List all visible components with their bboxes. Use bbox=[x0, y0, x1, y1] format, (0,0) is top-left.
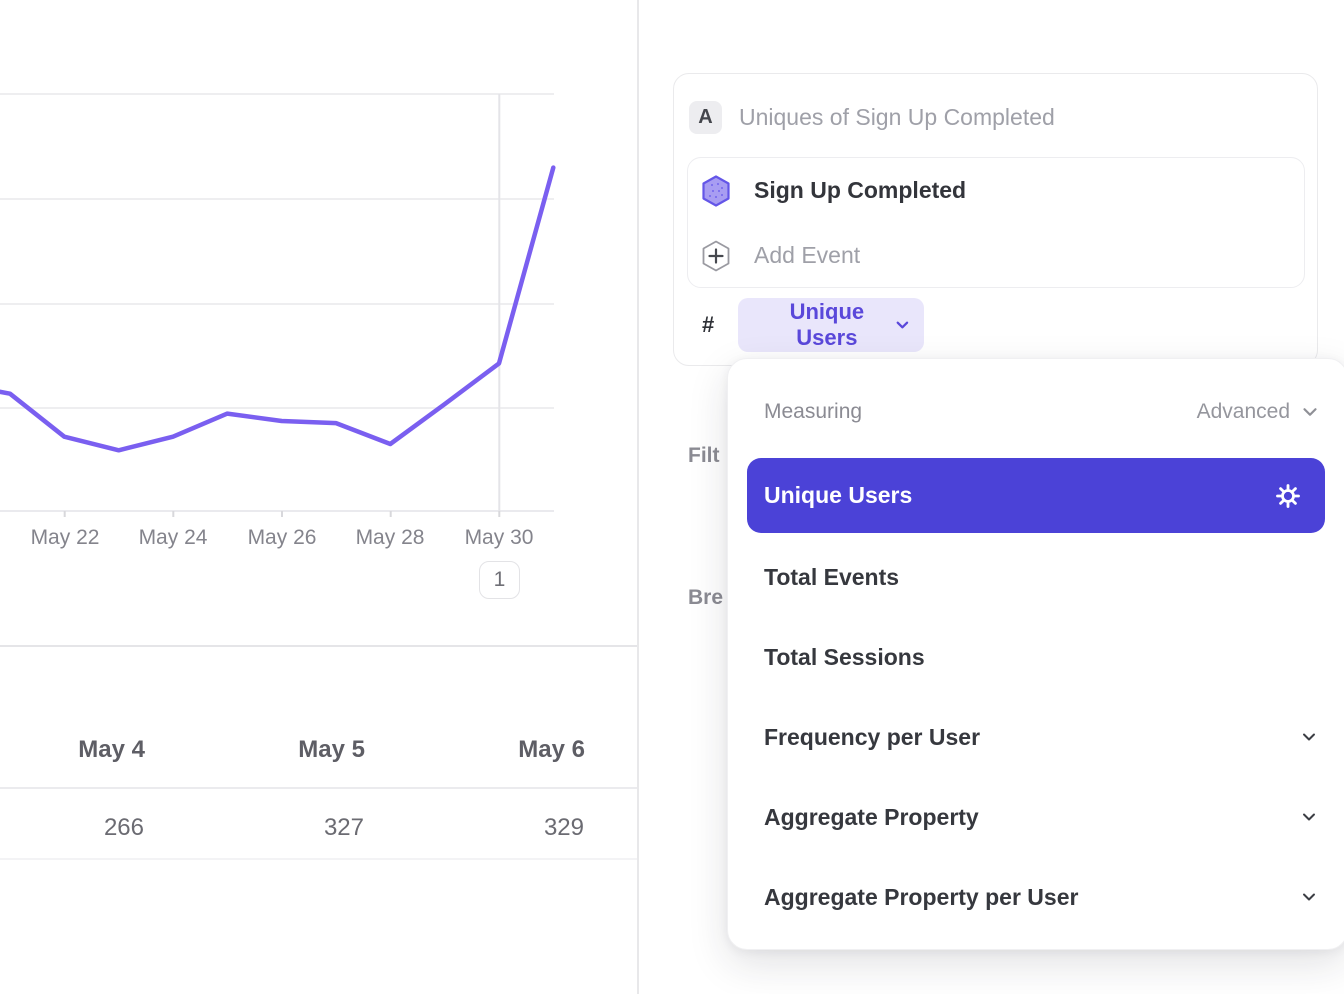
add-event-label: Add Event bbox=[754, 242, 860, 269]
table-top-border bbox=[0, 645, 638, 647]
add-event-icon bbox=[701, 240, 731, 272]
menu-item-label: Total Sessions bbox=[764, 644, 925, 671]
measuring-menu-items: Unique Users Total Events Total Sessions Fr… bbox=[728, 458, 1344, 937]
menu-item-frequency-per-user[interactable]: Frequency per User bbox=[728, 697, 1344, 777]
chevron-down-icon bbox=[1299, 401, 1321, 423]
menu-item-aggregate-property-per-user[interactable]: Aggregate Property per User bbox=[728, 857, 1344, 937]
chevron-down-icon bbox=[1299, 807, 1319, 827]
query-builder-card: A Uniques of Sign Up Completed Sign Up C… bbox=[673, 73, 1318, 366]
measurement-value: Unique Users bbox=[760, 299, 893, 351]
breakdown-section-label: Bre bbox=[688, 586, 723, 610]
event-row[interactable]: Sign Up Completed bbox=[688, 158, 1304, 223]
event-hexagon-icon bbox=[701, 175, 731, 207]
axis-ticks bbox=[65, 511, 500, 517]
table-column-header: May 5 bbox=[215, 736, 365, 764]
table-cell-value: 327 bbox=[214, 814, 364, 842]
menu-item-label: Total Events bbox=[764, 564, 899, 591]
gear-icon[interactable] bbox=[1275, 483, 1301, 509]
line-chart-svg bbox=[0, 0, 556, 520]
menu-item-label: Unique Users bbox=[764, 482, 912, 509]
x-tick-label: May 26 bbox=[222, 526, 342, 550]
menu-item-total-sessions[interactable]: Total Sessions bbox=[728, 617, 1344, 697]
measurement-dropdown-button[interactable]: Unique Users bbox=[738, 298, 924, 352]
table-column-header: May 4 bbox=[0, 736, 145, 764]
x-tick-label: May 30 bbox=[439, 526, 559, 550]
advanced-label: Advanced bbox=[1197, 400, 1290, 424]
table-header-border bbox=[0, 787, 638, 789]
advanced-mode-toggle[interactable]: Advanced bbox=[1197, 400, 1321, 424]
menu-item-label: Aggregate Property per User bbox=[764, 884, 1078, 911]
measuring-dropdown: Measuring Advanced Unique Users Total Eve… bbox=[727, 358, 1344, 950]
x-tick-label: May 24 bbox=[113, 526, 233, 550]
menu-item-aggregate-property[interactable]: Aggregate Property bbox=[728, 777, 1344, 857]
metric-hash-symbol: # bbox=[702, 312, 714, 338]
table-cell-value: 266 bbox=[0, 814, 144, 842]
table-column-header: May 6 bbox=[435, 736, 585, 764]
x-tick-label: May 22 bbox=[5, 526, 125, 550]
x-tick-label: May 28 bbox=[330, 526, 450, 550]
menu-item-label: Aggregate Property bbox=[764, 804, 979, 831]
menu-item-total-events[interactable]: Total Events bbox=[728, 537, 1344, 617]
filter-section-label: Filt bbox=[688, 444, 720, 468]
add-event-button[interactable]: Add Event bbox=[688, 223, 1304, 288]
event-card: Sign Up Completed Add Event bbox=[687, 157, 1305, 288]
query-header: A Uniques of Sign Up Completed bbox=[689, 100, 1301, 134]
event-name: Sign Up Completed bbox=[754, 177, 966, 204]
series-letter-badge: A bbox=[689, 101, 722, 134]
chevron-down-icon bbox=[1299, 727, 1319, 747]
chevron-down-icon bbox=[1299, 887, 1319, 907]
measuring-header: Measuring Advanced bbox=[764, 399, 1321, 425]
measuring-label: Measuring bbox=[764, 400, 862, 424]
metric-row: # Unique Users bbox=[702, 298, 924, 352]
menu-item-label: Frequency per User bbox=[764, 724, 980, 751]
table-cell-value: 329 bbox=[434, 814, 584, 842]
query-title: Uniques of Sign Up Completed bbox=[739, 104, 1055, 131]
table-row-border bbox=[0, 858, 638, 860]
panel-divider bbox=[637, 0, 639, 994]
chevron-down-icon bbox=[893, 315, 912, 335]
menu-item-unique-users[interactable]: Unique Users bbox=[747, 458, 1325, 533]
hover-point-badge[interactable]: 1 bbox=[479, 561, 520, 599]
